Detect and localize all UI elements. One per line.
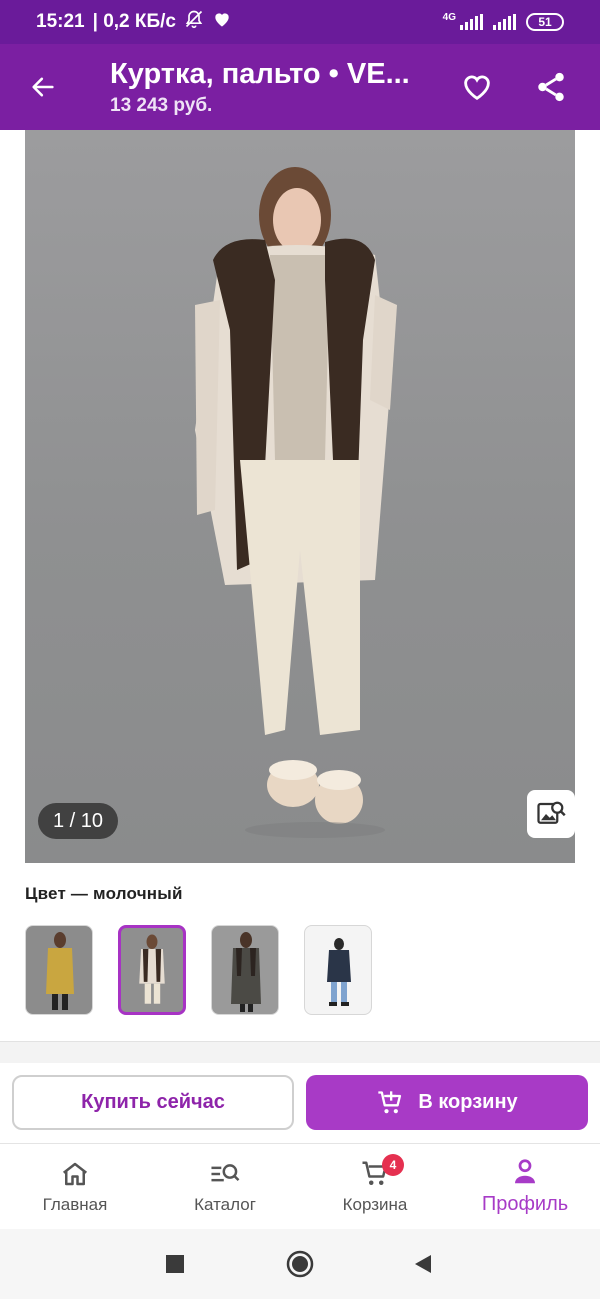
square-icon — [166, 1255, 184, 1273]
color-swatches — [25, 925, 372, 1015]
nav-home-label: Главная — [42, 1194, 108, 1214]
nav-cart[interactable]: 4 Корзина — [300, 1144, 450, 1229]
arrow-left-icon — [32, 77, 54, 97]
back-system-button[interactable] — [408, 1249, 438, 1279]
cart-plus-icon — [378, 1090, 402, 1113]
cart-badge: 4 — [382, 1154, 404, 1176]
color-swatch-graphite[interactable] — [211, 925, 279, 1015]
recent-apps-button[interactable] — [160, 1249, 190, 1279]
heart-icon — [464, 75, 490, 101]
system-navigation-bar — [0, 1229, 600, 1299]
model-in-coat-image — [195, 167, 397, 838]
purchase-bar: Купить сейчас В корзину — [0, 1063, 600, 1143]
catalog-search-icon — [211, 1163, 240, 1181]
add-to-cart-label: В корзину — [418, 1091, 518, 1113]
color-label: Цвет — молочный — [25, 884, 183, 903]
home-system-button[interactable] — [285, 1249, 315, 1279]
color-swatch-milky[interactable] — [118, 925, 186, 1015]
image-search-icon — [537, 801, 566, 824]
nav-home[interactable]: Главная — [0, 1144, 150, 1229]
triangle-back-icon — [415, 1255, 431, 1273]
status-bar: 15:21 | 0,2 КБ/с 4G 51 — [0, 0, 600, 44]
product-photo[interactable]: 1 / 10 — [25, 130, 575, 863]
color-swatch-navy[interactable] — [304, 925, 372, 1015]
image-search-button[interactable] — [527, 790, 575, 838]
circle-home-icon — [286, 1250, 314, 1278]
status-time: 15:21 — [36, 11, 85, 32]
bell-muted-icon — [184, 9, 204, 35]
nav-profile-label: Профиль — [481, 1193, 569, 1215]
app-bar: Куртка, пальто • VE... 13 243 руб. — [0, 44, 600, 130]
product-title: Куртка, пальто • VE... — [110, 58, 410, 90]
battery-indicator: 51 — [526, 13, 564, 31]
status-network-speed: | 0,2 КБ/с — [92, 11, 176, 32]
nav-catalog[interactable]: Каталог — [150, 1144, 300, 1229]
network-type-label: 4G — [442, 12, 456, 23]
nav-profile[interactable]: Профиль — [450, 1144, 600, 1229]
back-button[interactable] — [22, 66, 64, 108]
profile-icon — [515, 1159, 535, 1184]
nav-catalog-label: Каталог — [194, 1194, 256, 1214]
buy-now-button[interactable]: Купить сейчас — [12, 1075, 294, 1130]
image-counter: 1 / 10 — [38, 803, 118, 839]
favorite-button[interactable] — [456, 66, 498, 108]
nav-cart-label: Корзина — [342, 1194, 408, 1214]
section-divider — [0, 1041, 600, 1063]
share-button[interactable] — [530, 66, 572, 108]
signal-icon — [460, 14, 483, 30]
product-price: 13 243 руб. — [110, 95, 213, 116]
product-screen: 15:21 | 0,2 КБ/с 4G 51 Куртка, пальто • … — [0, 0, 600, 1299]
color-swatch-mustard[interactable] — [25, 925, 93, 1015]
bottom-navigation: Главная Каталог 4 Корзина Профиль — [0, 1143, 600, 1229]
add-to-cart-button[interactable]: В корзину — [306, 1075, 588, 1130]
share-icon — [538, 72, 564, 102]
signal-icon-2 — [493, 14, 516, 30]
heart-status-icon — [212, 9, 232, 35]
home-icon — [62, 1162, 88, 1185]
